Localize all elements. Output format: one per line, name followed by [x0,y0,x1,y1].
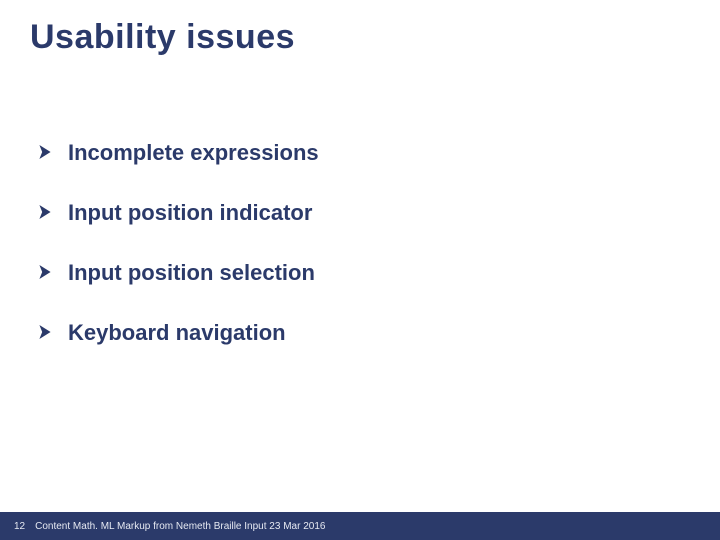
slide-title: Usability issues [30,18,295,57]
footer-bar: 12 Content Math. ML Markup from Nemeth B… [0,512,720,540]
list-item: Incomplete expressions [38,140,680,166]
bullet-text: Incomplete expressions [68,140,319,166]
chevron-right-icon [38,205,54,221]
bullet-text: Input position selection [68,260,315,286]
slide: Usability issues Incomplete expressions … [0,0,720,540]
bullet-list: Incomplete expressions Input position in… [38,140,680,380]
chevron-right-icon [38,145,54,161]
footer-text: Content Math. ML Markup from Nemeth Brai… [35,521,325,532]
chevron-right-icon [38,265,54,281]
list-item: Input position selection [38,260,680,286]
page-number: 12 [14,521,25,532]
list-item: Keyboard navigation [38,320,680,346]
chevron-right-icon [38,325,54,341]
list-item: Input position indicator [38,200,680,226]
bullet-text: Keyboard navigation [68,320,286,346]
bullet-text: Input position indicator [68,200,312,226]
